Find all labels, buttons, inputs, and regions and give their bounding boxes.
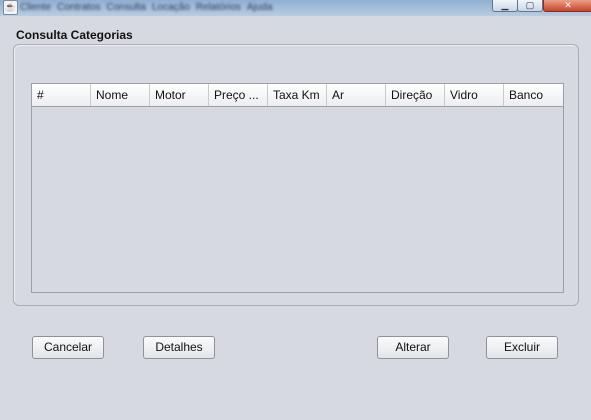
close-button[interactable]: ✕ (543, 0, 591, 12)
window-title-bar: ☕ Cliente Contratos Consulta Locação Rel… (0, 0, 591, 16)
column-header-banco[interactable]: Banco (504, 84, 563, 106)
panel-title: Consulta Categorias (16, 28, 133, 42)
column-header-id[interactable]: # (32, 84, 91, 106)
categories-table[interactable]: # Nome Motor Preço ... Taxa Km Ar Direçã… (31, 83, 564, 293)
maximize-button[interactable]: ▢ (517, 0, 543, 12)
menu-item-cliente[interactable]: Cliente (20, 2, 51, 13)
delete-button[interactable]: Excluir (486, 336, 558, 359)
column-header-taxa-km[interactable]: Taxa Km (268, 84, 327, 106)
menu-item-ajuda[interactable]: Ajuda (247, 2, 273, 13)
menu-item-locacao[interactable]: Locação (152, 2, 190, 13)
close-icon: ✕ (564, 0, 572, 10)
java-icon[interactable]: ☕ (3, 0, 18, 15)
minimize-button[interactable]: ▁ (492, 0, 518, 12)
maximize-icon: ▢ (525, 0, 535, 10)
column-header-motor[interactable]: Motor (150, 84, 209, 106)
menu-item-contratos[interactable]: Contratos (57, 2, 100, 13)
cancel-button[interactable]: Cancelar (32, 336, 104, 359)
menu-item-relatorios[interactable]: Relatórios (196, 2, 241, 13)
column-header-direcao[interactable]: Direção (386, 84, 445, 106)
edit-button[interactable]: Alterar (377, 336, 449, 359)
column-header-vidro[interactable]: Vidro (445, 84, 504, 106)
menu-bar: Cliente Contratos Consulta Locação Relat… (20, 0, 272, 14)
column-header-ar[interactable]: Ar (327, 84, 386, 106)
minimize-icon: ▁ (501, 0, 509, 10)
column-header-preco[interactable]: Preço ... (209, 84, 268, 106)
table-header: # Nome Motor Preço ... Taxa Km Ar Direçã… (32, 84, 563, 107)
details-button[interactable]: Detalhes (143, 336, 215, 359)
menu-item-consulta[interactable]: Consulta (107, 2, 146, 13)
column-header-nome[interactable]: Nome (91, 84, 150, 106)
